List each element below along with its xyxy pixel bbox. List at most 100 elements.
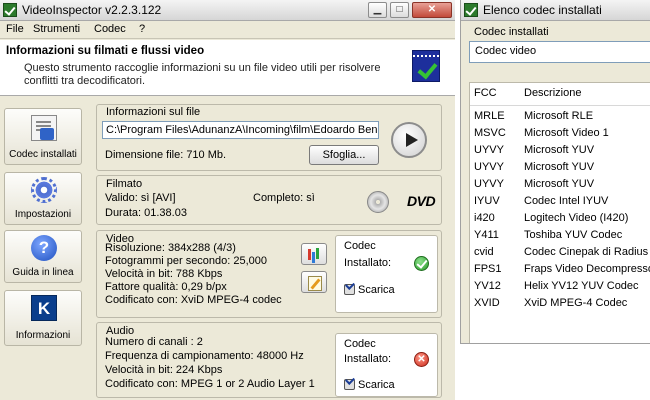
browse-button[interactable]: Sfoglia... — [309, 145, 379, 165]
description-cell: Toshiba YUV Codec — [524, 229, 623, 241]
info-k-icon: K — [31, 295, 57, 321]
app-check-icon — [3, 3, 17, 17]
fcc-cell: i420 — [474, 212, 495, 224]
video-line: Velocità in bit: 788 Kbps — [105, 268, 223, 280]
main-title-bar[interactable]: VideoInspector v2.2.3.122 ▁ □ ✕ — [0, 0, 455, 21]
audio-download-label: Scarica — [358, 379, 395, 391]
audio-codec-box: Codec Installato: ✕ Scarica — [335, 333, 438, 397]
valid-label: Valido: sì [AVI] — [105, 192, 176, 204]
fcc-cell: FPS1 — [474, 263, 502, 275]
download-icon — [344, 284, 355, 295]
audio-line: Codificato con: MPEG 1 or 2 Audio Layer … — [105, 378, 315, 390]
description-cell: Microsoft RLE — [524, 110, 594, 122]
menu-file[interactable]: File — [6, 23, 24, 35]
sidebar-item-guida[interactable]: ? Guida in linea — [4, 230, 82, 283]
table-row[interactable]: YV12 Helix YV12 YUV Codec — [470, 279, 650, 296]
video-line: Codificato con: XviD MPEG-4 codec — [105, 294, 282, 306]
video-codec-title: Codec — [344, 240, 376, 252]
codec-list[interactable]: FCC Descrizione MRLE Microsoft RLE MSVC Mic… — [469, 82, 650, 343]
chart-icon[interactable] — [301, 243, 327, 265]
table-row[interactable]: FPS1 Fraps Video Decompressor — [470, 262, 650, 279]
sidebar-item-label: Informazioni — [15, 330, 71, 341]
header-title: Informazioni su filmati e flussi video — [6, 45, 205, 57]
menu-help[interactable]: ? — [139, 23, 145, 35]
fcc-cell: UYVY — [474, 161, 504, 173]
filmato-group: Filmato Valido: sì [AVI] Completo: sì Du… — [96, 175, 442, 225]
description-cell: Codec Cinepak di Radius — [524, 246, 649, 258]
description-cell: Microsoft YUV — [524, 144, 595, 156]
green-check-icon — [414, 256, 429, 271]
table-row[interactable]: i420 Logitech Video (I420) — [470, 211, 650, 228]
download-icon — [344, 379, 355, 390]
close-button[interactable]: ✕ — [412, 2, 452, 18]
description-cell: Codec Intel IYUV — [524, 195, 609, 207]
file-path-input[interactable]: C:\Program Files\AdunanzA\Incoming\film\… — [102, 121, 379, 139]
menu-codec[interactable]: Codec — [94, 23, 126, 35]
film-check-logo-icon — [412, 50, 440, 82]
play-icon[interactable] — [391, 122, 427, 158]
file-info-title: Informazioni sul file — [106, 106, 201, 118]
table-row[interactable]: Y411 Toshiba YUV Codec — [470, 228, 650, 245]
sidebar-item-informazioni[interactable]: K Informazioni — [4, 290, 82, 346]
sidebar-item-impostazioni[interactable]: Impostazioni — [4, 172, 82, 225]
table-row[interactable]: UYVY Microsoft YUV — [470, 143, 650, 160]
dvd-logo: DVD — [407, 193, 436, 209]
audio-installed-label: Installato: — [344, 353, 392, 365]
fcc-cell: MRLE — [474, 110, 505, 122]
audio-group: Audio Numero di canali : 2 Frequenza di … — [96, 322, 442, 398]
table-row[interactable]: cvid Codec Cinepak di Radius — [470, 245, 650, 262]
fcc-cell: UYVY — [474, 144, 504, 156]
header-description: Questo strumento raccoglie informazioni … — [24, 62, 381, 87]
codec-type-select[interactable]: Codec video — [469, 41, 650, 63]
description-cell: Logitech Video (I420) — [524, 212, 629, 224]
table-row[interactable]: MRLE Microsoft RLE — [470, 109, 650, 126]
codec-title-bar[interactable]: Elenco codec installati — [461, 0, 650, 21]
maximize-button[interactable]: □ — [390, 2, 409, 18]
fcc-cell: cvid — [474, 246, 494, 258]
description-cell: Microsoft YUV — [524, 178, 595, 190]
table-row[interactable]: IYUV Codec Intel IYUV — [470, 194, 650, 211]
red-x-icon: ✕ — [414, 352, 429, 367]
fcc-cell: MSVC — [474, 127, 506, 139]
fcc-cell: IYUV — [474, 195, 500, 207]
audio-line: Frequenza di campionamento: 48000 Hz — [105, 350, 304, 362]
table-row[interactable]: MSVC Microsoft Video 1 — [470, 126, 650, 143]
sidebar-item-codec-installati[interactable]: Codec installati — [4, 108, 82, 165]
video-line: Fattore qualità: 0,29 b/px — [105, 281, 227, 293]
minimize-button[interactable]: ▁ — [368, 2, 387, 18]
video-group: Video Risoluzione: 384x288 (4/3) Fotogra… — [96, 230, 442, 318]
menu-bar: File Strumenti Codec ? — [0, 21, 455, 39]
file-info-group: Informazioni sul file C:\Program Files\A… — [96, 104, 442, 171]
sidebar-item-label: Impostazioni — [14, 209, 72, 220]
video-download-label: Scarica — [358, 284, 395, 296]
window-title: VideoInspector v2.2.3.122 — [22, 3, 162, 17]
gear-icon — [31, 177, 57, 203]
col-header-fcc[interactable]: FCC — [474, 87, 497, 99]
audio-line: Velocità in bit: 224 Kbps — [105, 364, 223, 376]
table-row[interactable]: UYVY Microsoft YUV — [470, 177, 650, 194]
table-row[interactable]: UYVY Microsoft YUV — [470, 160, 650, 177]
fcc-cell: XVID — [474, 297, 500, 309]
fcc-cell: UYVY — [474, 178, 504, 190]
video-download-button[interactable]: Scarica — [344, 284, 395, 296]
audio-codec-title: Codec — [344, 338, 376, 350]
list-divider — [470, 105, 650, 106]
video-line: Fotogrammi per secondo: 25,000 — [105, 255, 268, 267]
app-check-icon — [464, 3, 478, 17]
edit-icon[interactable] — [301, 271, 327, 293]
video-installed-label: Installato: — [344, 257, 392, 269]
table-row[interactable]: XVID XviD MPEG-4 Codec — [470, 296, 650, 313]
fcc-cell: YV12 — [474, 280, 501, 292]
complete-label: Completo: sì — [253, 192, 315, 204]
codec-section-label: Codec installati — [474, 26, 549, 38]
menu-strumenti[interactable]: Strumenti — [33, 23, 80, 35]
filmato-title: Filmato — [106, 178, 143, 190]
description-cell: Fraps Video Decompressor — [524, 263, 650, 275]
header-area: Informazioni su filmati e flussi video Q… — [0, 40, 455, 96]
cd-icon — [367, 191, 389, 213]
col-header-descrizione[interactable]: Descrizione — [524, 87, 581, 99]
sidebar-item-label: Guida in linea — [12, 267, 74, 278]
description-cell: XviD MPEG-4 Codec — [524, 297, 628, 309]
fcc-cell: Y411 — [474, 229, 499, 241]
audio-download-button[interactable]: Scarica — [344, 379, 395, 391]
